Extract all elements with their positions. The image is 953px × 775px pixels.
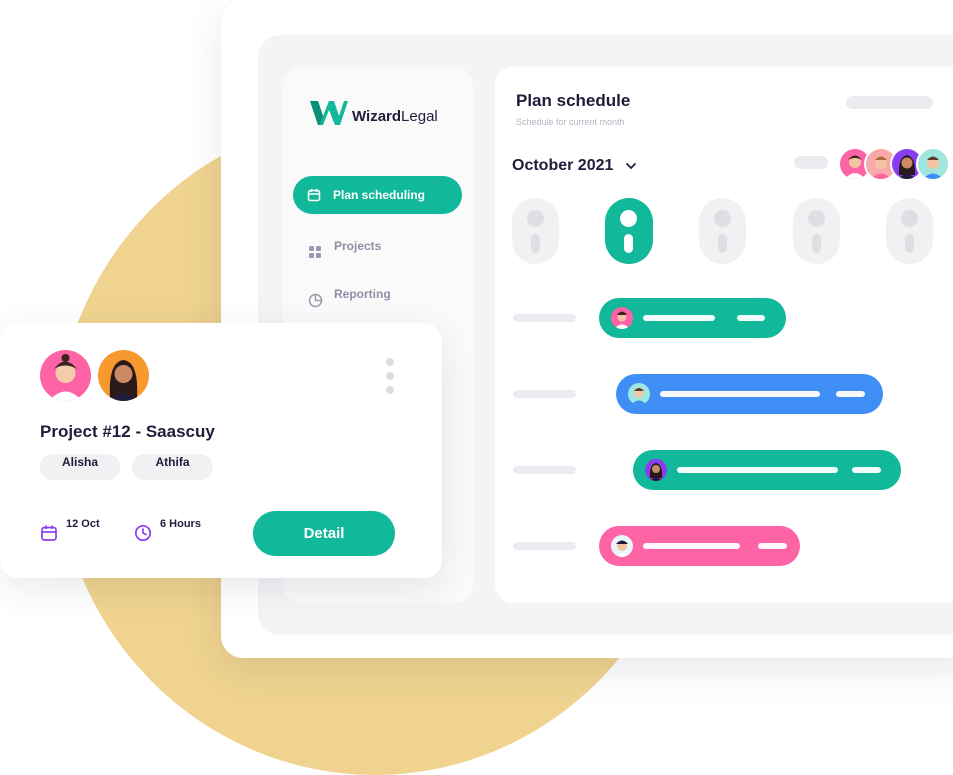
pie-chart-icon bbox=[306, 291, 324, 309]
logo-icon bbox=[310, 101, 348, 125]
day-bar bbox=[531, 234, 540, 253]
member-tag: Athifa bbox=[132, 454, 213, 480]
avatar bbox=[916, 147, 950, 181]
calendar-icon bbox=[307, 188, 321, 202]
day-column[interactable] bbox=[699, 198, 746, 264]
day-dot bbox=[901, 210, 918, 227]
day-dot bbox=[620, 210, 637, 227]
project-card: Project #12 - Saascuy Alisha Athifa 12 O… bbox=[0, 323, 442, 578]
sidebar-item-label: Projects bbox=[334, 239, 382, 253]
task-meta-placeholder bbox=[737, 315, 765, 321]
project-title: Project #12 - Saascuy bbox=[40, 422, 215, 441]
day-bar bbox=[905, 234, 914, 253]
chevron-down-icon bbox=[625, 162, 637, 170]
day-bar bbox=[718, 234, 727, 253]
task-meta-placeholder bbox=[758, 543, 787, 549]
sidebar-item-plan-scheduling[interactable]: Plan scheduling bbox=[293, 176, 462, 214]
avatar bbox=[611, 535, 633, 557]
row-label-placeholder bbox=[513, 390, 576, 398]
day-dot bbox=[808, 210, 825, 227]
task-text-placeholder bbox=[643, 543, 740, 549]
project-date-text: 12 Oct bbox=[66, 518, 100, 530]
sidebar-item-label: Plan scheduling bbox=[333, 188, 426, 202]
task-meta-placeholder bbox=[836, 391, 865, 397]
logo-text-bold: Wizard bbox=[352, 108, 402, 125]
task-bar[interactable] bbox=[599, 526, 800, 566]
task-bar[interactable] bbox=[616, 374, 883, 414]
row-label-placeholder bbox=[513, 466, 576, 474]
brand-logo: WizardLegal bbox=[310, 100, 438, 126]
calendar-icon bbox=[40, 524, 58, 542]
logo-text-regular: Legal bbox=[401, 108, 438, 125]
sidebar-item-reporting[interactable]: Reporting bbox=[306, 279, 391, 309]
team-avatars[interactable] bbox=[838, 147, 950, 181]
task-bar[interactable] bbox=[599, 298, 786, 338]
day-column[interactable] bbox=[512, 198, 559, 264]
avatar bbox=[645, 459, 667, 481]
sidebar-item-label: Reporting bbox=[334, 287, 391, 301]
avatar-alisha bbox=[40, 350, 91, 401]
task-text-placeholder bbox=[660, 391, 820, 397]
day-bar bbox=[624, 234, 633, 253]
row-label-placeholder bbox=[513, 314, 576, 322]
grid-icon bbox=[306, 243, 324, 261]
more-options-icon[interactable] bbox=[386, 358, 394, 400]
project-duration: 6 Hours bbox=[134, 518, 201, 542]
clock-icon bbox=[134, 524, 152, 542]
detail-button[interactable]: Detail bbox=[253, 511, 395, 556]
task-text-placeholder bbox=[677, 467, 838, 473]
page-title: Plan schedule bbox=[516, 91, 631, 110]
day-bar bbox=[812, 234, 821, 253]
row-label-placeholder bbox=[513, 542, 576, 550]
day-dot bbox=[527, 210, 544, 227]
day-column-selected[interactable] bbox=[605, 198, 653, 264]
avatar-athifa bbox=[98, 350, 149, 401]
avatar bbox=[611, 307, 633, 329]
avatar bbox=[628, 383, 650, 405]
month-selector[interactable]: October 2021 bbox=[512, 157, 637, 175]
page-subtitle: Schedule for current month bbox=[516, 117, 625, 127]
placeholder-pill bbox=[846, 96, 933, 109]
day-dot bbox=[714, 210, 731, 227]
day-column[interactable] bbox=[793, 198, 840, 264]
month-label: October 2021 bbox=[512, 157, 614, 174]
project-duration-text: 6 Hours bbox=[160, 518, 201, 530]
task-text-placeholder bbox=[643, 315, 715, 321]
placeholder-pill bbox=[794, 156, 828, 169]
project-date: 12 Oct bbox=[40, 518, 100, 542]
day-column[interactable] bbox=[886, 198, 933, 264]
task-bar[interactable] bbox=[633, 450, 901, 490]
logo-text: WizardLegal bbox=[352, 109, 438, 126]
sidebar-item-projects[interactable]: Projects bbox=[306, 231, 381, 261]
task-meta-placeholder bbox=[852, 467, 881, 473]
member-tag: Alisha bbox=[40, 454, 120, 480]
